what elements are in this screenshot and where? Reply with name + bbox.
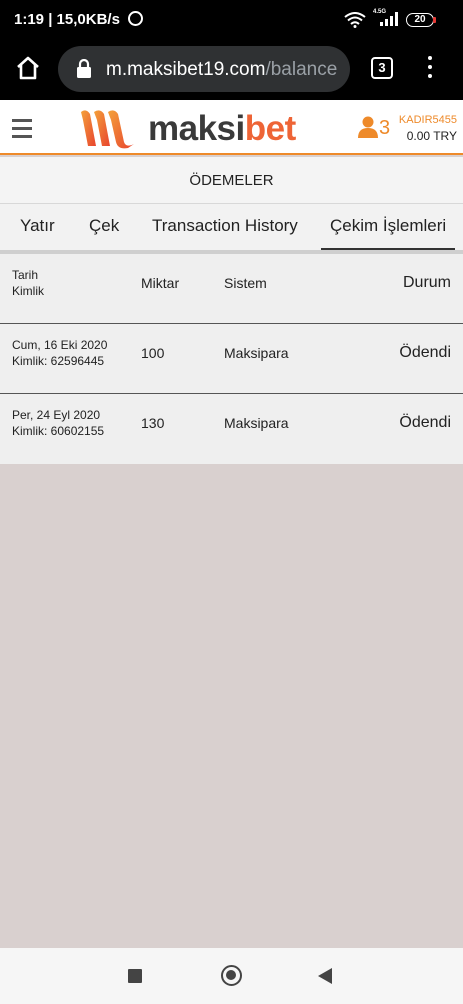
home-nav-icon[interactable] [221, 965, 242, 986]
whatsapp-icon [128, 11, 143, 26]
payment-tabs: Yatır Çek Transaction History Çekim İşle… [0, 204, 463, 250]
logo-text: maksibet [148, 109, 296, 149]
row-id: Kimlik: 60602155 [12, 424, 105, 438]
header-amount: Miktar [141, 275, 180, 291]
tab-yatir[interactable]: Yatır [20, 204, 55, 250]
tab-switcher-button[interactable]: 3 [371, 57, 393, 79]
tab-cek[interactable]: Çek [89, 204, 119, 250]
url-domain: m.maksibet19.com [106, 59, 266, 80]
logo-text-maksi: maksi [148, 109, 245, 148]
browser-toolbar: m.maksibet19.com/balance 3 [0, 40, 463, 100]
browser-menu-icon[interactable] [424, 56, 436, 80]
back-icon[interactable] [318, 968, 332, 984]
user-count: 3 [379, 117, 391, 139]
withdrawal-table: Tarih Kimlik Miktar Sistem Durum Cum, 16… [0, 254, 463, 464]
user-icon[interactable] [358, 116, 378, 138]
signal-icon [380, 12, 398, 26]
url-text: m.maksibet19.com/balance [106, 59, 337, 81]
row-amount: 130 [141, 415, 165, 431]
hamburger-menu-icon[interactable] [12, 119, 32, 138]
row-date: Per, 24 Eyl 2020 [12, 408, 101, 422]
table-row[interactable]: Cum, 16 Eki 2020 Kimlik: 62596445 100 Ma… [0, 324, 463, 394]
header-date: Tarih [12, 268, 39, 282]
row-system: Maksipara [224, 415, 289, 431]
maksibet-logo[interactable]: maksibet [78, 106, 323, 150]
logo-text-bet: bet [244, 109, 297, 148]
system-nav-bar [0, 948, 463, 1004]
page-title: ÖDEMELER [0, 157, 463, 204]
lock-icon [77, 59, 91, 78]
battery-level [433, 17, 436, 23]
row-id: Kimlik: 62596445 [12, 354, 105, 368]
row-system: Maksipara [224, 345, 289, 361]
home-icon[interactable] [14, 54, 42, 82]
battery-icon: 20 [406, 13, 434, 27]
tab-cekim-islemleri[interactable]: Çekim İşlemleri [321, 204, 456, 250]
logo-mark-icon [81, 110, 134, 149]
table-header-row: Tarih Kimlik Miktar Sistem Durum [0, 254, 463, 324]
account-balance: 0.00 TRY [406, 129, 457, 143]
header-system: Sistem [224, 275, 267, 291]
recents-icon[interactable] [128, 969, 142, 983]
username[interactable]: KADIR5455 [399, 114, 457, 126]
site-header: maksibet 3 KADIR5455 0.00 TRY [0, 100, 463, 155]
row-amount: 100 [141, 345, 165, 361]
url-path: /balance [265, 59, 338, 80]
status-time: 1:19 | 15,0KB/s [14, 11, 120, 28]
header-status: Durum [402, 274, 451, 291]
table-row[interactable]: Per, 24 Eyl 2020 Kimlik: 60602155 130 Ma… [0, 394, 463, 464]
header-id: Kimlik [12, 284, 44, 298]
row-status: Ödendi [399, 414, 451, 431]
row-date: Cum, 16 Eki 2020 [12, 338, 108, 352]
address-bar[interactable]: m.maksibet19.com/balance [58, 46, 350, 92]
tab-transaction-history[interactable]: Transaction History [152, 204, 298, 250]
status-bar: 1:19 | 15,0KB/s 4.5G 20 [0, 0, 463, 40]
row-status: Ödendi [399, 344, 451, 361]
wifi-icon [344, 12, 366, 28]
